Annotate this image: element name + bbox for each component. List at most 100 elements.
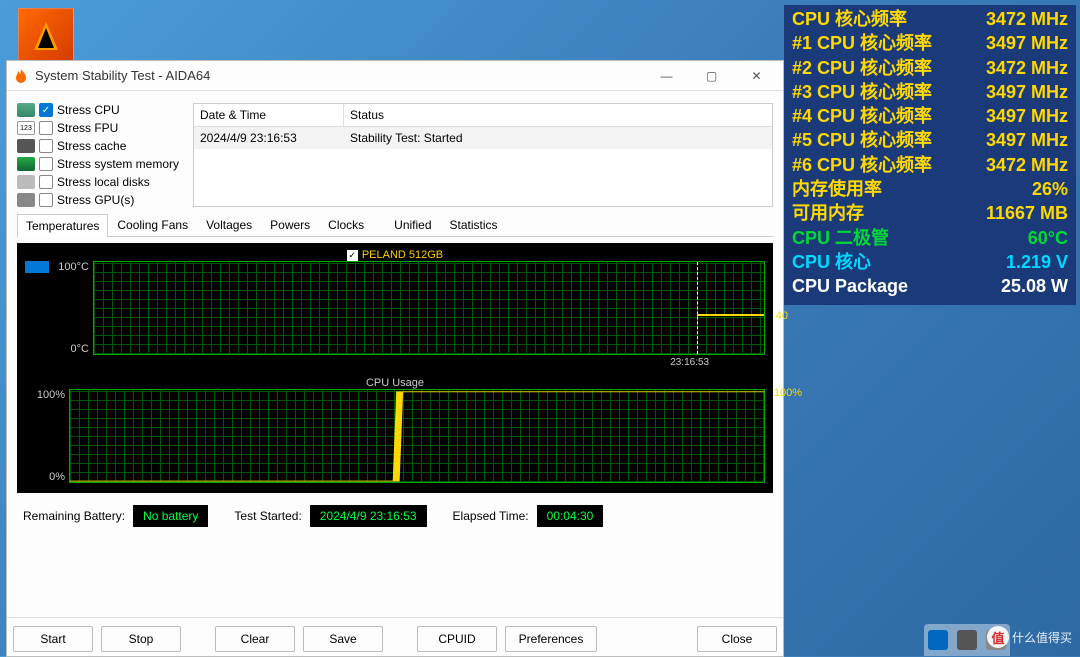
watermark: 值 什么值得买 (987, 626, 1072, 648)
overlay-label: #5 CPU 核心频率 (792, 128, 932, 152)
tab-powers[interactable]: Powers (261, 213, 319, 236)
chart-tabs: Temperatures Cooling Fans Voltages Power… (17, 213, 773, 237)
gpu-icon (17, 193, 35, 207)
overlay-value: 11667 MB (986, 201, 1068, 225)
tab-temperatures[interactable]: Temperatures (17, 214, 108, 237)
battery-label: Remaining Battery: (23, 509, 125, 523)
close-button[interactable]: Close (697, 626, 777, 652)
overlay-row: 可用内存11667 MB (792, 201, 1068, 225)
stop-button[interactable]: Stop (101, 626, 181, 652)
overlay-label: #6 CPU 核心频率 (792, 153, 932, 177)
clear-button[interactable]: Clear (215, 626, 295, 652)
titlebar[interactable]: System Stability Test - AIDA64 — ▢ ✕ (7, 61, 783, 91)
overlay-row: #1 CPU 核心频率 3497 MHz (792, 31, 1068, 55)
overlay-label: CPU Package (792, 274, 908, 298)
overlay-row: CPU 核心 1.219 V (792, 250, 1068, 274)
start-button[interactable]: Start (13, 626, 93, 652)
fpu-icon: 123 (17, 121, 35, 135)
temp-value-label: 40 (776, 310, 788, 322)
stress-fpu-label: Stress FPU (57, 121, 118, 135)
stress-gpu-checkbox[interactable] (39, 193, 53, 207)
watermark-text: 什么值得买 (1012, 629, 1072, 646)
aida64-desktop-icon[interactable] (18, 8, 74, 64)
log-status-cell: Stability Test: Started (344, 127, 469, 149)
tab-voltages[interactable]: Voltages (197, 213, 261, 236)
overlay-value: 1.219 V (1006, 250, 1068, 274)
button-bar: Start Stop Clear Save CPUID Preferences … (7, 617, 783, 656)
tab-statistics[interactable]: Statistics (441, 213, 507, 236)
memory-icon (17, 157, 35, 171)
stress-cpu-label: Stress CPU (57, 103, 120, 117)
started-value: 2024/4/9 23:16:53 (310, 505, 427, 527)
battery-value: No battery (133, 505, 208, 527)
stress-cache-label: Stress cache (57, 139, 126, 153)
cpuid-button[interactable]: CPUID (417, 626, 497, 652)
tab-unified[interactable]: Unified (385, 213, 440, 236)
usage-value-label: 100% (774, 387, 802, 399)
overlay-row: #3 CPU 核心频率 3497 MHz (792, 80, 1068, 104)
app-icon (13, 68, 29, 84)
overlay-row: #4 CPU 核心频率 3497 MHz (792, 104, 1068, 128)
legend-checkbox[interactable]: ✓ (347, 250, 358, 261)
close-window-button[interactable]: ✕ (734, 62, 779, 90)
log-header-status: Status (344, 104, 390, 126)
tab-cooling-fans[interactable]: Cooling Fans (108, 213, 197, 236)
status-bar: Remaining Battery: No battery Test Start… (17, 505, 773, 527)
log-row[interactable]: 2024/4/9 23:16:53 Stability Test: Starte… (194, 127, 772, 149)
minimize-button[interactable]: — (644, 62, 689, 90)
usage-ymax: 100% (25, 389, 65, 401)
overlay-value: 25.08 W (1001, 274, 1068, 298)
watermark-badge-icon: 值 (987, 626, 1009, 648)
chart-area: ✓PELAND 512GB 100°C0°C 40 23:16:53 CPU U… (17, 243, 773, 493)
overlay-value: 3497 MHz (986, 128, 1068, 152)
overlay-row: CPU 二极管60°C (792, 226, 1068, 250)
cpu-usage-chart: CPU Usage 100%0% 100% (25, 377, 765, 483)
elapsed-value: 00:04:30 (537, 505, 604, 527)
overlay-label: #1 CPU 核心频率 (792, 31, 932, 55)
overlay-value: 3497 MHz (986, 80, 1068, 104)
stress-disk-label: Stress local disks (57, 175, 150, 189)
stress-fpu-checkbox[interactable] (39, 121, 53, 135)
stress-memory-checkbox[interactable] (39, 157, 53, 171)
started-label: Test Started: (234, 509, 301, 523)
event-log: Date & Time Status 2024/4/9 23:16:53 Sta… (193, 103, 773, 207)
overlay-label: 内存使用率 (792, 177, 882, 201)
overlay-row: #2 CPU 核心频率3472 MHz (792, 56, 1068, 80)
overlay-label: CPU 核心频率 (792, 7, 907, 31)
temp-ymax: 100°C (51, 261, 89, 273)
overlay-label: CPU 核心 (792, 250, 871, 274)
overlay-row: #5 CPU 核心频率 3497 MHz (792, 128, 1068, 152)
overlay-row: 内存使用率 26% (792, 177, 1068, 201)
cache-icon (17, 139, 35, 153)
overlay-value: 3497 MHz (986, 31, 1068, 55)
preferences-button[interactable]: Preferences (505, 626, 597, 652)
tab-clocks[interactable]: Clocks (319, 213, 373, 236)
aida64-window: System Stability Test - AIDA64 — ▢ ✕ ✓ St… (6, 60, 784, 657)
overlay-value: 3472 MHz (986, 7, 1068, 31)
stress-options: ✓ Stress CPU 123 Stress FPU Stress cache S… (17, 103, 183, 207)
stress-cpu-checkbox[interactable]: ✓ (39, 103, 53, 117)
overlay-row: CPU 核心频率 3472 MHz (792, 7, 1068, 31)
time-marker (697, 262, 698, 354)
stress-disk-checkbox[interactable] (39, 175, 53, 189)
overlay-value: 3472 MHz (986, 153, 1068, 177)
disk-icon (17, 175, 35, 189)
maximize-button[interactable]: ▢ (689, 62, 734, 90)
cpu-icon (17, 103, 35, 117)
save-button[interactable]: Save (303, 626, 383, 652)
overlay-value: 26% (1032, 177, 1068, 201)
window-title: System Stability Test - AIDA64 (35, 68, 644, 83)
overlay-label: #2 CPU 核心频率 (792, 56, 932, 80)
overlay-label: #4 CPU 核心频率 (792, 104, 932, 128)
stress-cache-checkbox[interactable] (39, 139, 53, 153)
cpu-usage-line (70, 390, 764, 482)
overlay-row: #6 CPU 核心频率 3472 MHz (792, 153, 1068, 177)
temp-ymin: 0°C (51, 343, 89, 355)
temperature-chart: ✓PELAND 512GB 100°C0°C 40 23:16:53 (25, 249, 765, 355)
temp-line (697, 314, 764, 316)
overlay-label: #3 CPU 核心频率 (792, 80, 932, 104)
temp-sidebar (25, 261, 49, 355)
legend-label: PELAND 512GB (362, 249, 443, 261)
overlay-value: 3497 MHz (986, 104, 1068, 128)
stress-gpu-label: Stress GPU(s) (57, 193, 134, 207)
